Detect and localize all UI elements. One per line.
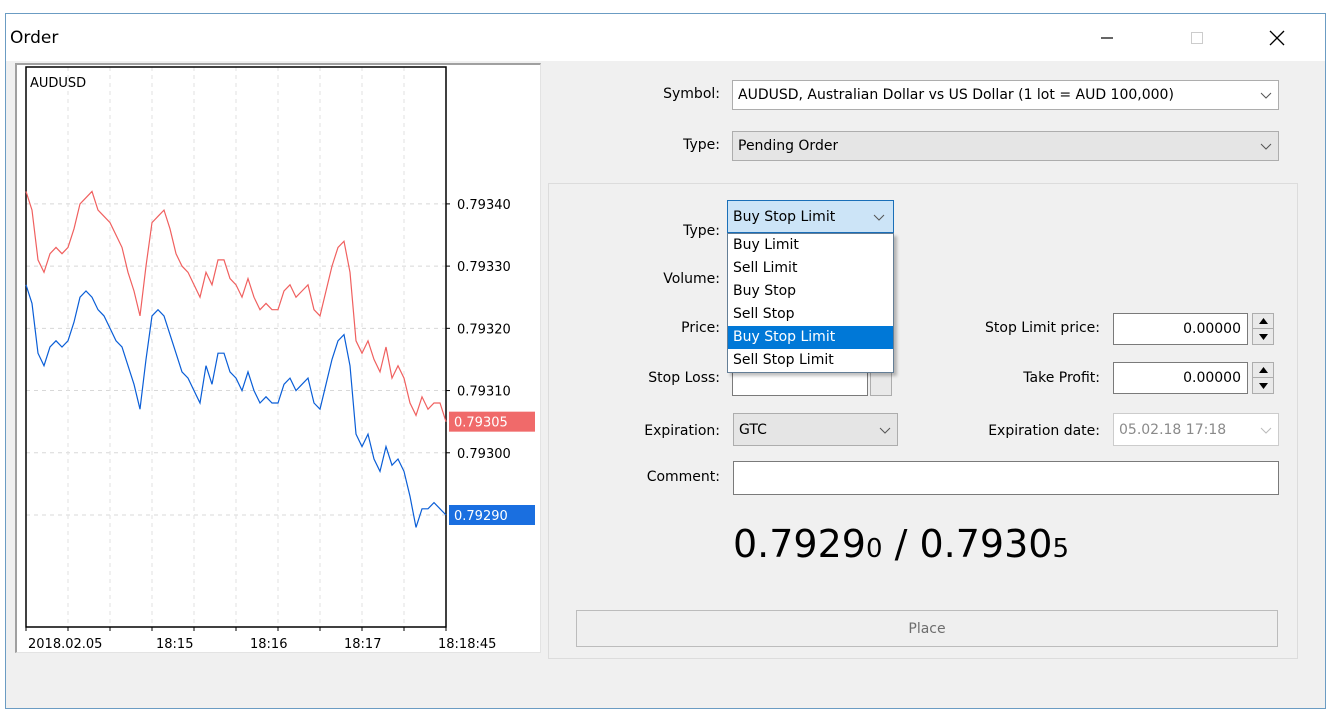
minimize-button[interactable] <box>1084 14 1130 61</box>
minimize-icon <box>1101 36 1113 39</box>
arrow-down-icon <box>1258 382 1268 389</box>
pending-type-label: Type: <box>683 223 720 239</box>
stop-limit-price-stepper[interactable] <box>1252 313 1274 345</box>
order-type-label: Type: <box>683 137 720 153</box>
x-tick-label: 18:16 <box>250 637 287 652</box>
x-tick-label: 18:18:45 <box>438 637 496 652</box>
y-tick-label: 0.79310 <box>457 385 511 400</box>
x-tick-label: 18:17 <box>344 637 381 652</box>
take-profit-stepper[interactable] <box>1252 362 1274 394</box>
bid-ask-display: 0.79290 / 0.79305 <box>733 522 1069 566</box>
chevron-down-icon <box>879 427 891 434</box>
price-separator: / <box>882 522 920 566</box>
x-tick-label: 18:15 <box>156 637 193 652</box>
comment-label: Comment: <box>646 469 720 485</box>
tick-chart: AUDUSD 0.79340 0.79330 0.79320 0.79310 0.793… <box>15 63 541 653</box>
take-profit-label: Take Profit: <box>1023 370 1100 386</box>
dropdown-option[interactable]: Buy Stop Limit <box>728 326 893 349</box>
expiration-date-picker: 05.02.18 17:18 <box>1113 413 1279 446</box>
price-label: Price: <box>681 320 720 336</box>
bid-price: 0.7929 <box>733 522 866 566</box>
expiration-label: Expiration: <box>644 423 720 439</box>
bid-price-pipette: 0 <box>865 534 883 564</box>
increment-button[interactable] <box>1253 314 1273 329</box>
expiration-date-label: Expiration date: <box>988 423 1100 439</box>
title-bar[interactable]: Order <box>6 14 1325 61</box>
decrement-button[interactable] <box>1253 329 1273 344</box>
stop-limit-price-label: Stop Limit price: <box>985 320 1100 336</box>
y-tick-label: 0.79330 <box>457 260 511 275</box>
y-tick-label: 0.79320 <box>457 322 511 337</box>
expiration-date-value: 05.02.18 17:18 <box>1119 421 1227 438</box>
expiration-value: GTC <box>739 421 767 438</box>
chevron-down-icon <box>1260 92 1272 99</box>
pending-type-dropdown-list: Buy Limit Sell Limit Buy Stop Sell Stop Buy … <box>727 233 894 373</box>
order-type-value: Pending Order <box>738 138 839 154</box>
order-type-select[interactable]: Pending Order <box>732 131 1279 161</box>
place-button[interactable]: Place <box>576 610 1278 647</box>
dropdown-option[interactable]: Sell Stop <box>728 303 893 326</box>
decrement-button[interactable] <box>1253 378 1273 393</box>
stop-limit-price-input[interactable]: 0.00000 <box>1113 313 1248 345</box>
chart-symbol-label: AUDUSD <box>30 76 86 91</box>
symbol-value: AUDUSD, Australian Dollar vs US Dollar (… <box>738 87 1174 103</box>
maximize-icon <box>1191 31 1203 44</box>
symbol-select[interactable]: AUDUSD, Australian Dollar vs US Dollar (… <box>732 80 1279 110</box>
expiration-select[interactable]: GTC <box>733 413 898 446</box>
arrow-up-icon <box>1258 318 1268 324</box>
pending-type-value: Buy Stop Limit <box>733 208 836 225</box>
x-tick-label: 2018.02.05 <box>28 637 102 652</box>
chevron-down-icon <box>1260 143 1272 150</box>
y-tick-label: 0.79340 <box>457 198 511 213</box>
ask-price-tag: 0.79305 <box>454 416 508 431</box>
chart-canvas: AUDUSD 0.79340 0.79330 0.79320 0.79310 0.793… <box>25 66 535 652</box>
dropdown-option[interactable]: Buy Stop <box>728 280 893 303</box>
close-icon <box>1269 30 1285 45</box>
dropdown-option[interactable]: Buy Limit <box>728 234 893 257</box>
ask-price: 0.7930 <box>919 522 1053 566</box>
bid-price-tag: 0.79290 <box>454 509 508 524</box>
dropdown-option[interactable]: Sell Stop Limit <box>728 349 893 372</box>
take-profit-input[interactable]: 0.00000 <box>1113 362 1248 394</box>
stop-loss-label: Stop Loss: <box>648 370 720 386</box>
grid <box>26 67 446 627</box>
pending-type-select[interactable]: Buy Stop Limit <box>727 200 894 233</box>
arrow-down-icon <box>1258 333 1268 340</box>
comment-input[interactable] <box>733 461 1279 495</box>
ask-price-pipette: 5 <box>1052 534 1069 564</box>
y-tick-label: 0.79300 <box>457 447 511 462</box>
window-title: Order <box>10 28 59 48</box>
close-button[interactable] <box>1254 14 1300 61</box>
arrow-up-icon <box>1258 367 1268 373</box>
price-tags: 0.79305 0.79290 <box>449 411 535 525</box>
dropdown-option[interactable]: Sell Limit <box>728 257 893 280</box>
symbol-label: Symbol: <box>663 86 720 102</box>
chevron-down-icon <box>1260 427 1272 434</box>
volume-label: Volume: <box>663 271 720 287</box>
maximize-button <box>1174 14 1220 61</box>
chevron-down-icon <box>873 214 885 221</box>
increment-button[interactable] <box>1253 363 1273 378</box>
x-axis: 2018.02.05 18:15 18:16 18:17 18:18:45 <box>25 627 496 652</box>
